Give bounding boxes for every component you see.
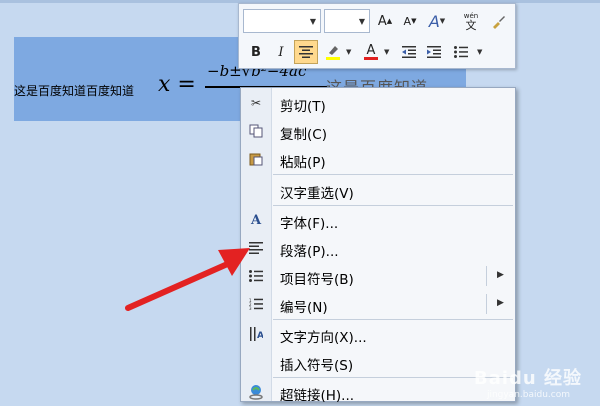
watermark-logo: Baidu 经验 xyxy=(473,368,582,389)
annotation-arrow xyxy=(125,248,250,311)
watermark-url: jingyan.baidu.com xyxy=(486,390,570,400)
